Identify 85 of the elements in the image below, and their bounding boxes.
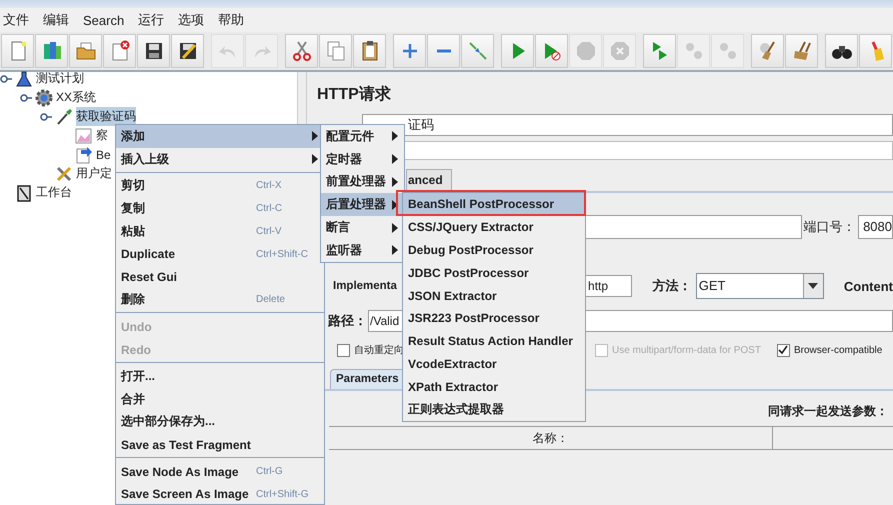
menu-item[interactable]: 后置处理器 bbox=[321, 193, 404, 216]
minus-icon bbox=[436, 49, 450, 53]
menu-item[interactable]: 选中部分保存为... bbox=[116, 410, 324, 434]
menu-item[interactable]: Save as Test Fragment bbox=[116, 433, 324, 456]
menu-item[interactable]: Result Status Action Handler bbox=[403, 330, 585, 353]
checkbox[interactable] bbox=[337, 344, 350, 356]
menu-item[interactable]: 断言 bbox=[321, 216, 404, 239]
submenu-arrow-icon bbox=[392, 131, 398, 142]
shortcut-label: Ctrl+Shift-G bbox=[256, 488, 309, 500]
menu-item[interactable]: JDBC PostProcessor bbox=[403, 261, 585, 284]
menu-item[interactable]: 打开... bbox=[116, 364, 324, 388]
tree-item[interactable]: 察 bbox=[96, 126, 108, 145]
dropper-icon bbox=[55, 108, 73, 126]
tree-item[interactable]: 获取验证码 bbox=[76, 107, 136, 126]
method-dropdown[interactable]: GET bbox=[696, 273, 824, 299]
shortcut-label: Ctrl-V bbox=[256, 226, 282, 238]
chart-icon bbox=[75, 126, 93, 144]
tree-handle-icon[interactable] bbox=[20, 92, 32, 104]
shortcut-label: Ctrl-X bbox=[256, 180, 282, 192]
toolbar-button[interactable] bbox=[825, 34, 858, 68]
submenu-arrow-icon bbox=[392, 154, 398, 164]
menu-item[interactable]: Save Screen As Image Ctrl+Shift-G bbox=[116, 482, 324, 504]
port-label: 端口号： bbox=[804, 218, 857, 236]
checkbox[interactable] bbox=[776, 344, 790, 356]
menu-item[interactable]: Duplicate Ctrl+Shift-C bbox=[116, 242, 324, 266]
tab[interactable]: anced bbox=[406, 169, 452, 191]
path-label: 路径： bbox=[328, 312, 368, 330]
submenu-arrow-icon bbox=[392, 245, 398, 256]
submenu-arrow-icon bbox=[312, 131, 318, 142]
menu-item[interactable]: 粘贴 Ctrl-V bbox=[116, 220, 324, 243]
page-arrow-icon bbox=[75, 146, 93, 164]
submenu-arrow-icon bbox=[392, 222, 398, 233]
tree-item[interactable]: 工作台 bbox=[36, 183, 72, 202]
notepad-icon bbox=[15, 184, 33, 202]
toolbar-button[interactable] bbox=[171, 34, 204, 68]
tree-item[interactable]: 测试计划 bbox=[36, 69, 84, 88]
port-field[interactable]: 8080 bbox=[858, 215, 893, 239]
menu-item[interactable]: 运行 bbox=[138, 11, 164, 29]
menu-item[interactable]: 定时器 bbox=[321, 148, 404, 171]
menu-item[interactable]: 选项 bbox=[178, 11, 204, 29]
menu-item[interactable]: 合并 bbox=[116, 388, 324, 411]
tree-handle-icon[interactable] bbox=[0, 72, 12, 84]
menu-item[interactable]: 文件 bbox=[3, 11, 29, 29]
tree-item[interactable]: Be bbox=[96, 146, 111, 162]
gear-icon bbox=[35, 88, 53, 106]
menu-item[interactable]: 帮助 bbox=[218, 11, 244, 29]
tree-item[interactable]: XX系统 bbox=[56, 88, 96, 107]
menu-item[interactable]: 监听器 bbox=[321, 238, 404, 262]
method-label: 方法： bbox=[652, 277, 692, 295]
shortcut-label: Ctrl-G bbox=[256, 466, 283, 478]
panel-title: HTTP请求 bbox=[317, 84, 392, 105]
shortcut-label: Delete bbox=[256, 294, 285, 306]
dropdown-arrow-icon bbox=[807, 282, 820, 290]
implementation-label: Implementa bbox=[333, 280, 398, 292]
menu-item[interactable]: Save Node As Image Ctrl-G bbox=[116, 460, 324, 483]
protocol-field[interactable]: http bbox=[585, 275, 632, 297]
tree-handle-icon[interactable] bbox=[40, 110, 52, 122]
menu-item[interactable]: Reset Gui bbox=[116, 266, 324, 289]
menu-item[interactable]: 复制 Ctrl-C bbox=[116, 197, 324, 220]
toolbar-button[interactable] bbox=[137, 34, 170, 68]
menu-item[interactable]: Search bbox=[83, 12, 124, 28]
menu-item[interactable]: 删除 Delete bbox=[116, 288, 324, 312]
checkbox-label: Browser-compatible bbox=[794, 344, 882, 356]
menu-item[interactable]: 插入上级 bbox=[116, 148, 324, 171]
menu-item[interactable]: 编辑 bbox=[43, 11, 69, 29]
submenu-arrow-icon bbox=[392, 200, 398, 210]
column-header: 名称： bbox=[329, 427, 773, 449]
tree-item[interactable]: 用户定 bbox=[76, 164, 112, 183]
checkbox-label: Use multipart/form-data for POST bbox=[612, 344, 761, 356]
submenu-arrow-icon bbox=[312, 154, 318, 164]
menu-item[interactable]: Debug PostProcessor bbox=[403, 238, 585, 262]
menu-item[interactable]: BeanShell PostProcessor bbox=[403, 193, 585, 216]
menu-item[interactable]: 前置处理器 bbox=[321, 170, 404, 194]
shortcut-label: Ctrl+Shift-C bbox=[256, 248, 308, 260]
content-label: Content bbox=[844, 278, 893, 294]
submenu-arrow-icon bbox=[392, 176, 398, 187]
toolbar-button[interactable] bbox=[353, 34, 386, 68]
menu-item[interactable]: 剪切 Ctrl-X bbox=[116, 174, 324, 198]
parameters-caption: 同请求一起发送参数： bbox=[768, 403, 888, 420]
menu-item[interactable]: JSON Extractor bbox=[403, 284, 585, 307]
tools-icon bbox=[55, 164, 73, 182]
shortcut-label: Ctrl-C bbox=[256, 203, 282, 214]
checkmark-icon bbox=[778, 345, 788, 355]
menu-item[interactable]: CSS/JQuery Extractor bbox=[403, 216, 585, 239]
menu-item[interactable]: 正则表达式提取器 bbox=[403, 398, 585, 421]
